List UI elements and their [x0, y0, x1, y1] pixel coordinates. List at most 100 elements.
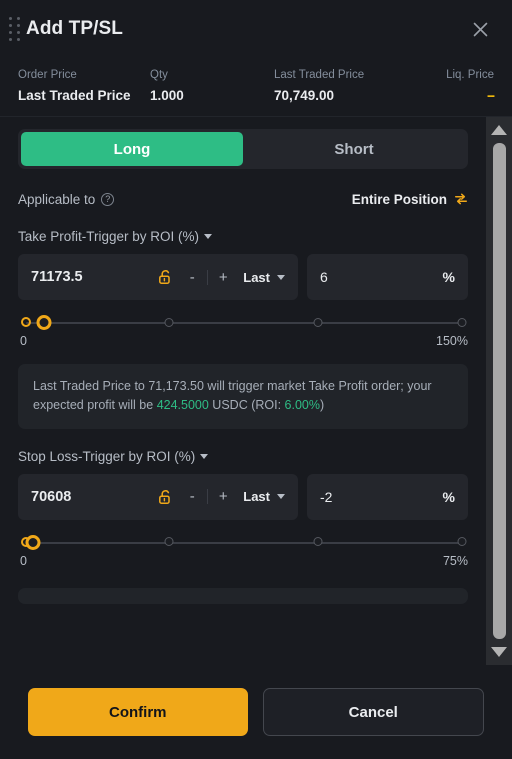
- slider-tick[interactable]: [457, 317, 467, 327]
- slider-track: [26, 541, 462, 544]
- summary-value: --: [487, 87, 495, 103]
- summary-liq-price: Liq. Price --: [422, 69, 495, 103]
- slider-tick[interactable]: [457, 537, 467, 547]
- stop-loss-slider-block: 0 75%: [18, 534, 468, 568]
- slider-start-marker: [21, 317, 31, 327]
- summary-value: 70,749.00: [274, 87, 335, 103]
- divider: [207, 489, 209, 505]
- info-profit-amount: 424.5000: [156, 398, 209, 413]
- take-profit-info-box: Last Traded Price to 71,173.50 will trig…: [18, 364, 468, 429]
- take-profit-slider-handle[interactable]: [36, 315, 52, 330]
- summary-value: Last Traded Price: [18, 87, 131, 103]
- take-profit-price-field[interactable]: 71173.5 - + Last: [18, 254, 298, 300]
- dialog-header: Add TP/SL: [0, 0, 512, 58]
- stop-loss-slider-handle[interactable]: [25, 534, 41, 550]
- vertical-scrollbar[interactable]: [486, 117, 512, 665]
- take-profit-trigger-selector[interactable]: Take Profit-Trigger by ROI (%): [18, 229, 468, 244]
- stop-loss-increment-button[interactable]: +: [215, 489, 231, 504]
- applicable-to-label: Applicable to: [18, 191, 96, 207]
- summary-value: 1.000: [150, 87, 184, 103]
- slider-tick[interactable]: [164, 537, 174, 547]
- take-profit-slider[interactable]: [20, 315, 468, 330]
- scroll-down-button[interactable]: [488, 642, 510, 662]
- chevron-down-icon: [277, 494, 285, 500]
- tab-long[interactable]: Long: [21, 132, 243, 166]
- page-title: Add TP/SL: [26, 18, 123, 39]
- summary-last-traded-price: Last Traded Price 70,749.00: [274, 69, 422, 103]
- stop-loss-section-label: Stop Loss-Trigger by ROI (%): [18, 448, 196, 464]
- stop-loss-unit-value: Last: [243, 489, 270, 505]
- cancel-button[interactable]: Cancel: [262, 688, 484, 736]
- stop-loss-price-tools: - + Last: [158, 489, 285, 505]
- take-profit-price-value: 71173.5: [31, 269, 83, 285]
- percent-sign: %: [442, 488, 455, 505]
- slider-tick[interactable]: [313, 537, 323, 547]
- summary-qty: Qty 1.000: [150, 69, 274, 103]
- scrollbar-trough[interactable]: [486, 140, 512, 642]
- side-toggle: Long Short: [18, 129, 468, 169]
- take-profit-unit-select[interactable]: Last: [243, 270, 285, 285]
- percent-sign: %: [442, 269, 455, 285]
- slider-track: [26, 322, 462, 324]
- take-profit-decrement-button[interactable]: -: [184, 270, 200, 285]
- stop-loss-price-field[interactable]: 70608 - + Last: [18, 473, 298, 520]
- dialog-body-wrapper: Long Short Applicable to ? Entire Positi…: [0, 117, 512, 665]
- stop-loss-roi-field[interactable]: -2 %: [307, 473, 468, 520]
- take-profit-increment-button[interactable]: +: [215, 270, 231, 285]
- info-text-mid: USDC (ROI:: [208, 398, 285, 413]
- stop-loss-decrement-button[interactable]: -: [184, 489, 200, 504]
- stop-loss-section: Stop Loss-Trigger by ROI (%) 70608 - + L…: [18, 449, 468, 604]
- slider-tick[interactable]: [313, 317, 323, 327]
- summary-order-price: Order Price Last Traded Price: [18, 69, 150, 103]
- stop-loss-trigger-selector[interactable]: Stop Loss-Trigger by ROI (%): [18, 449, 468, 464]
- chevron-down-icon: [204, 234, 213, 239]
- order-summary: Order Price Last Traded Price Qty 1.000 …: [0, 58, 512, 117]
- take-profit-price-tools: - + Last: [158, 269, 285, 285]
- slider-tick[interactable]: [164, 317, 174, 327]
- take-profit-section: Take Profit-Trigger by ROI (%) 71173.5 -…: [18, 229, 468, 429]
- stop-loss-info-box: [18, 587, 468, 604]
- summary-label: Qty: [150, 69, 168, 81]
- take-profit-roi-field[interactable]: 6 %: [307, 254, 468, 300]
- stop-loss-slider-labels: 0 75%: [20, 554, 468, 568]
- stop-loss-slider[interactable]: [20, 534, 468, 550]
- take-profit-roi-value: 6: [320, 269, 328, 285]
- take-profit-unit-value: Last: [243, 269, 270, 285]
- swap-icon: [455, 193, 467, 205]
- summary-label: Order Price: [18, 69, 77, 81]
- info-roi-value: 6.00%: [284, 398, 320, 413]
- chevron-up-icon: [491, 125, 507, 135]
- take-profit-slider-labels: 0 150%: [20, 334, 468, 348]
- summary-label: Liq. Price: [446, 69, 494, 81]
- applicable-to-value[interactable]: Entire Position: [352, 192, 468, 207]
- unlock-icon[interactable]: [158, 269, 173, 285]
- confirm-button[interactable]: Confirm: [28, 688, 248, 736]
- applicable-to-label-group: Applicable to ?: [18, 191, 115, 207]
- dialog-body: Long Short Applicable to ? Entire Positi…: [0, 117, 486, 665]
- add-tpsl-dialog: Add TP/SL Order Price Last Traded Price …: [0, 0, 512, 759]
- applicable-to-row: Applicable to ? Entire Position: [18, 189, 468, 209]
- tab-short[interactable]: Short: [243, 132, 465, 166]
- chevron-down-icon: [277, 274, 285, 280]
- chevron-down-icon: [491, 647, 507, 657]
- slider-max-label: 75%: [442, 553, 468, 568]
- stop-loss-roi-value: -2: [320, 488, 333, 505]
- question-circle-icon[interactable]: ?: [101, 192, 115, 206]
- scrollbar-thumb[interactable]: [492, 143, 506, 639]
- slider-max-label: 150%: [436, 334, 468, 348]
- stop-loss-price-value: 70608: [31, 488, 72, 505]
- summary-label: Last Traded Price: [274, 69, 365, 81]
- take-profit-input-row: 71173.5 - + Last 6 %: [18, 254, 468, 300]
- take-profit-slider-block: 0 150%: [18, 315, 468, 348]
- close-icon[interactable]: [466, 15, 494, 43]
- divider: [207, 269, 209, 285]
- info-text-post: ): [319, 398, 325, 413]
- chevron-down-icon: [200, 453, 209, 459]
- drag-handle-icon[interactable]: [6, 14, 22, 44]
- stop-loss-unit-select[interactable]: Last: [243, 489, 285, 504]
- slider-min-label: 0: [20, 553, 27, 568]
- slider-min-label: 0: [20, 334, 27, 348]
- take-profit-section-label: Take Profit-Trigger by ROI (%): [18, 229, 200, 244]
- unlock-icon[interactable]: [158, 489, 173, 505]
- scroll-up-button[interactable]: [488, 120, 510, 140]
